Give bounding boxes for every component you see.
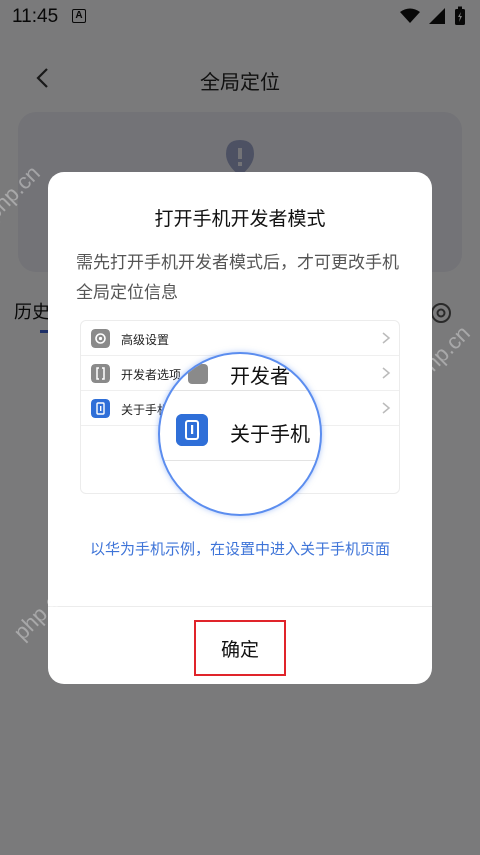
row-label: 高级设置	[121, 333, 170, 347]
row-label: 开发者选项	[121, 368, 182, 382]
dialog-title: 打开手机开发者模式	[154, 208, 326, 230]
braces-icon	[188, 364, 208, 384]
dialog-hint: 以华为手机示例，在设置中进入关于手机页面	[89, 540, 390, 558]
dialog-description: 需先打开手机开发者模式后，才可更改手机全局定位信息	[76, 253, 399, 303]
dialog-divider	[48, 606, 432, 607]
info-icon	[176, 414, 208, 446]
divider	[160, 390, 320, 391]
braces-icon	[91, 364, 110, 383]
gear-icon	[91, 329, 110, 348]
list-item: 高级设置	[81, 321, 399, 356]
magnified-label: 关于手机	[230, 422, 310, 446]
chevron-right-icon	[382, 402, 391, 414]
magnified-label-top: 开发者	[230, 364, 290, 388]
chevron-right-icon	[382, 367, 391, 379]
chevron-right-icon	[382, 332, 391, 344]
magnifier-lens: 开发者 关于手机	[158, 352, 322, 516]
divider	[160, 460, 320, 461]
confirm-button[interactable]: 确定	[194, 620, 286, 676]
info-icon	[91, 399, 110, 418]
